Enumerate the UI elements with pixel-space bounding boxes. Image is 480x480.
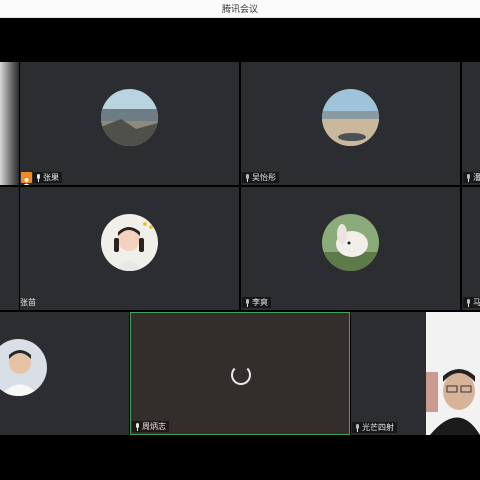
name-tag: 张苗	[20, 297, 39, 308]
name-tag: 马	[463, 297, 480, 308]
microphone-muted-icon	[466, 298, 471, 307]
participant-name: 李爽	[252, 298, 268, 307]
name-tag: 潘	[463, 172, 480, 183]
participant-tile-wuyitong[interactable]: 吴怡彤	[241, 62, 460, 185]
microphone-icon	[36, 173, 41, 182]
participant-tile-pan[interactable]: 潘	[462, 62, 480, 185]
video-feed	[0, 62, 19, 185]
video-grid: 张果 吴怡彤 潘 张苗 李爽 马 周炳志 光芒四射	[0, 62, 480, 435]
avatar	[322, 214, 379, 271]
participant-name: 吴怡彤	[252, 173, 276, 182]
participant-name: 马	[473, 298, 480, 307]
participant-tile-zhangmiao[interactable]: 张苗	[20, 187, 239, 310]
video-feed	[426, 312, 480, 435]
participant-name: 潘	[473, 173, 480, 182]
microphone-muted-icon	[245, 298, 250, 307]
participant-name: 张果	[43, 173, 59, 182]
window-titlebar: 腾讯会议	[0, 0, 480, 18]
window-title: 腾讯会议	[221, 5, 258, 15]
avatar	[0, 339, 47, 396]
avatar	[101, 214, 158, 271]
microphone-muted-icon	[355, 423, 360, 432]
name-tag: 李爽	[242, 297, 271, 308]
participant-tile-bottom-left[interactable]	[0, 312, 129, 435]
participant-tile-zhangguo[interactable]: 张果	[20, 62, 239, 185]
participant-tile-ma[interactable]: 马	[462, 187, 480, 310]
participant-tile-guangmangsishe[interactable]: 光芒四射	[351, 312, 480, 435]
microphone-muted-icon	[466, 173, 471, 182]
participant-name: 光芒四射	[362, 423, 394, 432]
participant-tile-zhoubingzhi[interactable]: 周炳志	[130, 312, 350, 435]
name-tag: 吴怡彤	[242, 172, 279, 183]
avatar	[322, 89, 379, 146]
participant-tile-left-partial[interactable]	[0, 62, 19, 185]
avatar	[101, 89, 158, 146]
loading-spinner-icon	[231, 365, 251, 385]
participant-tile-partial[interactable]	[0, 187, 19, 310]
participant-tile-lishuang[interactable]: 李爽	[241, 187, 460, 310]
participant-name: 张苗	[20, 298, 36, 307]
name-tag: 周炳志	[132, 421, 169, 432]
name-tag: 张果	[33, 172, 62, 183]
microphone-icon	[135, 422, 140, 431]
participant-name: 周炳志	[142, 422, 166, 431]
host-badge-icon	[21, 172, 32, 185]
microphone-muted-icon	[245, 173, 250, 182]
name-tag: 光芒四射	[352, 422, 397, 433]
